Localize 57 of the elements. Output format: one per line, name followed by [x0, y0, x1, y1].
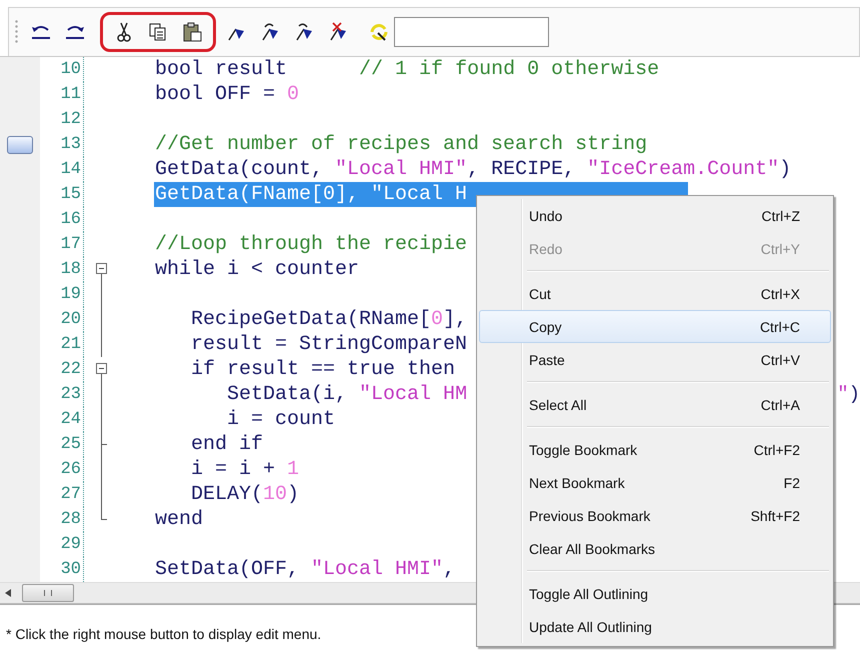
code-line: i = count	[226, 407, 336, 432]
line-number: 27	[40, 482, 84, 507]
menu-item[interactable]: Cut Ctrl+X	[479, 277, 831, 310]
toolbar-grip[interactable]	[15, 19, 18, 45]
code-line: //Loop through the recipie	[154, 232, 468, 257]
code-line: while i < counter	[154, 257, 360, 282]
code-line: DELAY(10)	[190, 482, 300, 507]
code-line: if result == true then	[190, 357, 456, 382]
status-text: * Click the right mouse button to display edit menu.	[6, 626, 322, 642]
code-line: i = i + 1	[190, 457, 300, 482]
menu-item[interactable]: Previous Bookmark Shft+F2	[479, 499, 831, 532]
collapse-icon[interactable]	[96, 263, 107, 274]
menu-item[interactable]: Toggle Bookmark Ctrl+F2	[479, 433, 831, 466]
line-number: 11	[40, 82, 84, 107]
line-number: 23	[40, 382, 84, 407]
code-line: SetData(OFF, "Local HMI",	[154, 557, 456, 582]
line-number: 21	[40, 332, 84, 357]
bookmark-icon[interactable]	[7, 136, 33, 154]
line-number: 15	[40, 182, 84, 207]
menu-item[interactable]: Next Bookmark F2	[479, 466, 831, 499]
code-line: bool OFF = 0	[154, 82, 300, 107]
line-number: 26	[40, 457, 84, 482]
line-number: 14	[40, 157, 84, 182]
line-number: 13	[40, 132, 84, 157]
code-line: RecipeGetData(RName[0],	[190, 307, 468, 332]
menu-item[interactable]: Select All Ctrl+A	[479, 388, 831, 421]
menu-item[interactable]: Paste Ctrl+V	[479, 343, 831, 376]
find-replace-icon[interactable]	[368, 21, 390, 43]
line-number: 22	[40, 357, 84, 382]
menu-item[interactable]: Update All Outlining	[479, 610, 831, 643]
paste-icon[interactable]	[181, 21, 203, 43]
code-line: GetData(count, "Local HMI", RECIPE, "IceCream.Count")	[154, 157, 792, 182]
code-line: //Get number of recipes and search string	[154, 132, 648, 157]
code-line: result = StringCompareN	[190, 332, 468, 357]
line-number: 19	[40, 282, 84, 307]
line-number: 17	[40, 232, 84, 257]
line-number: 16	[40, 207, 84, 232]
line-number: 25	[40, 432, 84, 457]
line-number: 28	[40, 507, 84, 532]
scroll-left-icon[interactable]	[5, 589, 11, 597]
code-line: bool result // 1 if found 0 otherwise	[154, 57, 660, 82]
line-number: 18	[40, 257, 84, 282]
menu-item[interactable]: Copy Ctrl+C	[479, 310, 831, 343]
code-line: end if	[190, 432, 264, 457]
line-number: 20	[40, 307, 84, 332]
search-field[interactable]	[394, 17, 549, 47]
code-line: wend	[154, 507, 204, 532]
code-line: SetData(i, "Local HM	[226, 382, 468, 407]
code-text: ")	[837, 382, 860, 407]
menu-item[interactable]: Toggle All Outlining	[479, 577, 831, 610]
line-number: 24	[40, 407, 84, 432]
line-number: 12	[40, 107, 84, 132]
menu-item[interactable]: Clear All Bookmarks	[479, 532, 831, 565]
line-number: 10	[40, 57, 84, 82]
line-number: 29	[40, 532, 84, 557]
scrollbar-thumb[interactable]	[22, 584, 74, 602]
collapse-icon[interactable]	[96, 363, 107, 374]
